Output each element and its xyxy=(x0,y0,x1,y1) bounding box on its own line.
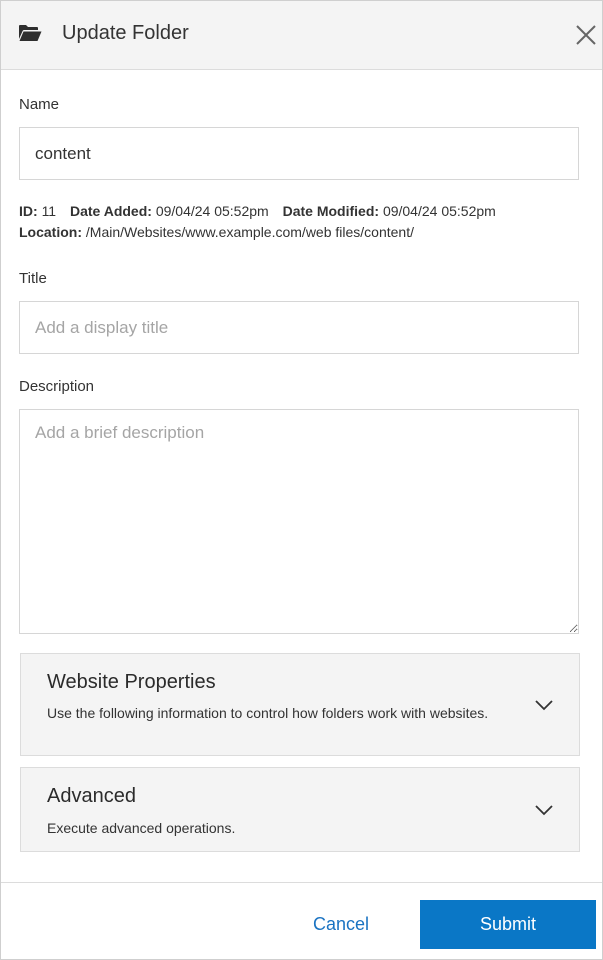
date-modified-label: Date Modified: xyxy=(282,203,380,219)
title-input[interactable] xyxy=(19,301,579,354)
description-label: Description xyxy=(19,378,95,395)
website-properties-section[interactable]: Website Properties Use the following inf… xyxy=(20,653,580,756)
folder-meta-line-1: ID: 11 Date Added: 09/04/24 05:52pm Date… xyxy=(19,203,496,219)
location-value: /Main/Websites/www.example.com/web files… xyxy=(85,224,414,240)
date-modified-value: 09/04/24 05:52pm xyxy=(382,203,496,219)
location-label: Location: xyxy=(19,224,82,240)
folder-open-icon xyxy=(19,25,42,41)
update-folder-dialog: Update Folder Name ID: 11 Date Added: 09… xyxy=(0,0,603,960)
dialog-title: Update Folder xyxy=(62,22,189,44)
cancel-button[interactable]: Cancel xyxy=(291,901,391,947)
dialog-footer: Cancel Submit xyxy=(1,882,602,959)
description-textarea[interactable] xyxy=(19,409,579,634)
id-value: 11 xyxy=(41,203,57,219)
id-label: ID: xyxy=(19,203,38,219)
chevron-down-icon[interactable] xyxy=(534,699,554,711)
advanced-section[interactable]: Advanced Execute advanced operations. xyxy=(20,767,580,852)
section-title: Advanced xyxy=(47,785,136,807)
date-added-value: 09/04/24 05:52pm xyxy=(155,203,269,219)
submit-button[interactable]: Submit xyxy=(420,900,596,949)
folder-meta-line-2: Location: /Main/Websites/www.example.com… xyxy=(19,224,414,240)
title-label: Title xyxy=(19,270,47,287)
section-description: Execute advanced operations. xyxy=(47,820,236,836)
name-input[interactable] xyxy=(19,127,579,180)
date-added-label: Date Added: xyxy=(70,203,152,219)
close-icon[interactable] xyxy=(573,22,599,48)
section-description: Use the following information to control… xyxy=(47,705,489,721)
dialog-header: Update Folder xyxy=(1,1,602,70)
name-label: Name xyxy=(19,96,60,113)
section-title: Website Properties xyxy=(47,671,216,693)
chevron-down-icon[interactable] xyxy=(534,804,554,816)
